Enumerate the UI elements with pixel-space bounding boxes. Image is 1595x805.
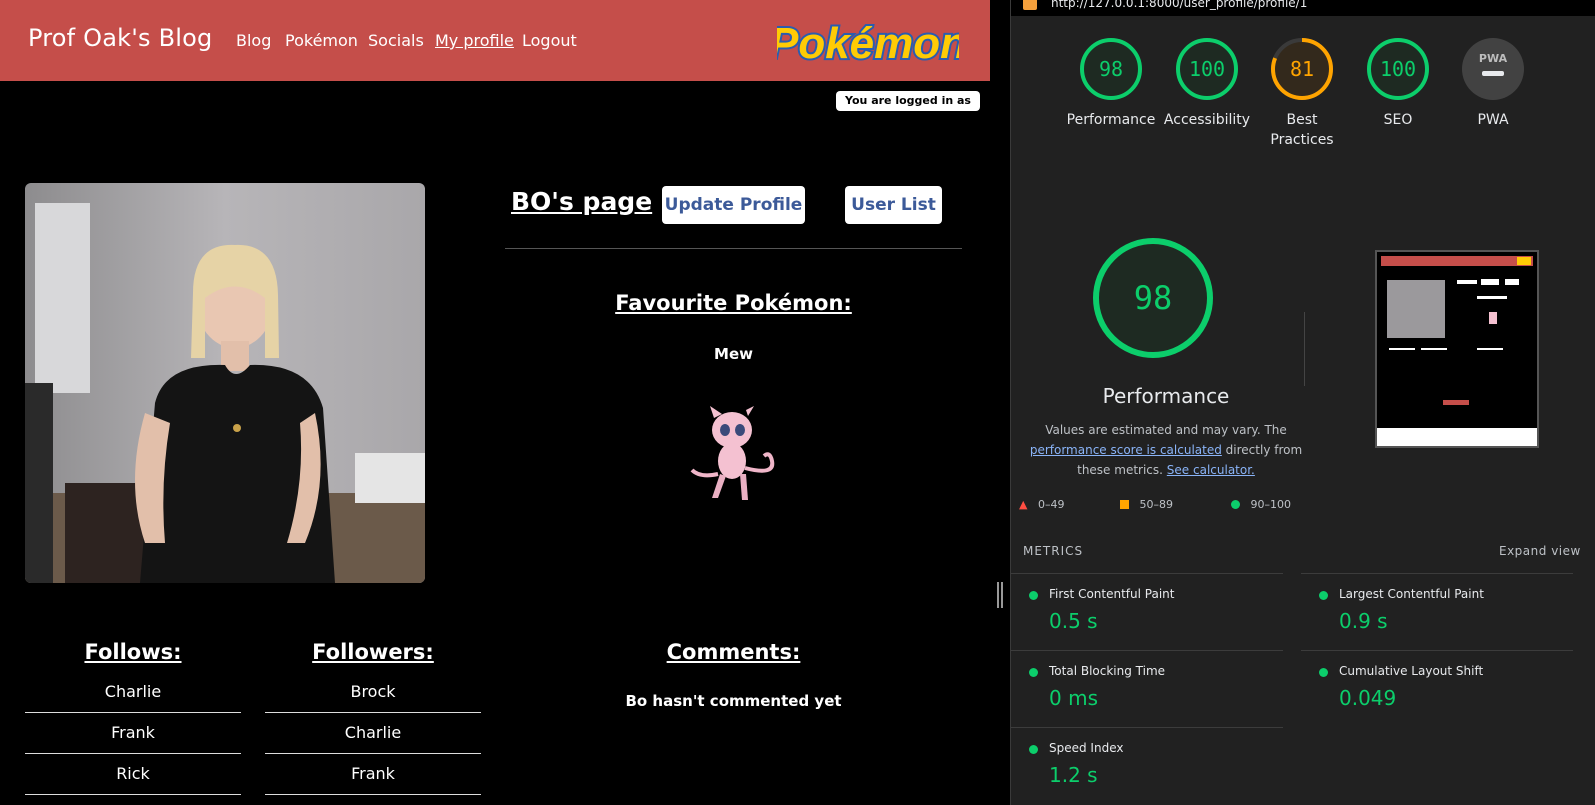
metric-first-contentful-paint: First Contentful Paint 0.5 s — [1011, 573, 1283, 650]
profile-photo — [25, 183, 425, 583]
svg-text:98: 98 — [1134, 279, 1173, 317]
performance-gauge: 98 — [1093, 238, 1213, 358]
description-text: Values are estimated and may vary. The — [1045, 423, 1287, 437]
gauge-accessibility[interactable]: 100 Accessibility — [1157, 36, 1257, 130]
metric-name: Speed Index — [1049, 741, 1124, 755]
legend-label: 50–89 — [1139, 498, 1174, 511]
no-comments-text: Bo hasn't commented yet — [625, 692, 842, 710]
svg-text:Pokémon: Pokémon — [777, 19, 959, 68]
followers-item[interactable]: Charlie — [265, 713, 481, 754]
nav-my-profile[interactable]: My profile — [435, 31, 514, 50]
metric-value: 0.5 s — [1049, 609, 1098, 633]
metric-largest-contentful-paint: Largest Contentful Paint 0.9 s — [1301, 573, 1573, 650]
metric-name: Total Blocking Time — [1049, 664, 1166, 678]
url-bar: http://127.0.0.1:8000/user_profile/profi… — [1011, 0, 1595, 16]
gauge-label: Accessibility — [1163, 112, 1251, 128]
favourite-pokemon-name: Mew — [714, 345, 753, 363]
logged-in-badge: You are logged in as Bo — [836, 91, 980, 127]
gauge-label: Best Practices — [1270, 112, 1334, 148]
nav-pokemon[interactable]: Pokémon — [285, 31, 358, 50]
vertical-separator — [1304, 312, 1305, 386]
metrics-title: METRICS — [1023, 544, 1084, 558]
score-calculated-link[interactable]: performance score is calculated — [1030, 443, 1222, 457]
expand-view-toggle[interactable]: Expand view — [1499, 544, 1581, 558]
gauge-seo[interactable]: 100 SEO — [1348, 36, 1448, 130]
followers-list: Brock Charlie Frank — [265, 672, 481, 795]
metric-value: 0 ms — [1049, 686, 1098, 710]
gauge-pwa[interactable]: PWA PWA — [1443, 36, 1543, 130]
gauge-best-practices[interactable]: 81 Best Practices — [1252, 36, 1352, 150]
orange-square-icon — [1120, 500, 1129, 509]
user-list-button[interactable]: User List — [845, 186, 942, 224]
follows-item[interactable]: Charlie — [25, 672, 241, 713]
pwa-badge-icon: PWA — [1462, 38, 1524, 100]
red-triangle-icon: ▲ — [1019, 498, 1028, 511]
pokemon-logo: Pokémon — [777, 17, 959, 70]
svg-text:98: 98 — [1099, 57, 1123, 81]
legend-average: 50–89 — [1120, 498, 1173, 511]
svg-text:100: 100 — [1189, 57, 1225, 81]
green-circle-icon — [1319, 591, 1328, 600]
mew-image — [690, 406, 775, 500]
gauge-ring: 98 — [1080, 38, 1142, 100]
report-url[interactable]: http://127.0.0.1:8000/user_profile/profi… — [1051, 0, 1307, 10]
gauge-label: SEO — [1383, 112, 1413, 128]
green-circle-icon — [1029, 591, 1038, 600]
blog-page: Prof Oak's Blog Blog Pokémon Socials My … — [0, 0, 990, 805]
metric-value: 0.9 s — [1339, 609, 1388, 633]
follows-list: Charlie Frank Rick — [25, 672, 241, 795]
follows-item[interactable]: Rick — [25, 754, 241, 795]
metric-name: First Contentful Paint — [1049, 587, 1175, 601]
page-title: BO's page — [511, 187, 653, 216]
follows-item[interactable]: Frank — [25, 713, 241, 754]
green-circle-icon — [1231, 500, 1240, 509]
see-calculator-link[interactable]: See calculator. — [1167, 463, 1255, 477]
metric-name: Largest Contentful Paint — [1339, 587, 1484, 601]
gauge-ring: 81 — [1271, 38, 1333, 100]
legend-label: 0–49 — [1037, 498, 1065, 511]
performance-title: Performance — [1102, 384, 1230, 408]
green-circle-icon — [1029, 668, 1038, 677]
svg-text:PWA: PWA — [1479, 52, 1508, 65]
nav-logout[interactable]: Logout — [522, 31, 577, 50]
lighthouse-panel: http://127.0.0.1:8000/user_profile/profi… — [1011, 0, 1595, 805]
legend-fail: ▲ 0–49 — [1019, 498, 1064, 511]
favourite-pokemon-heading: Favourite Pokémon: — [615, 291, 852, 315]
follows-heading: Follows: — [84, 640, 182, 664]
gauge-ring: 100 — [1176, 38, 1238, 100]
svg-text:100: 100 — [1380, 57, 1416, 81]
followers-heading: Followers: — [312, 640, 434, 664]
legend-label: 90–100 — [1250, 498, 1292, 511]
gauge-ring: 100 — [1367, 38, 1429, 100]
performance-description: Values are estimated and may vary. The p… — [1019, 420, 1313, 480]
navbar: Prof Oak's Blog Blog Pokémon Socials My … — [0, 0, 990, 81]
metric-speed-index: Speed Index 1.2 s — [1011, 727, 1283, 804]
metric-name: Cumulative Layout Shift — [1339, 664, 1484, 678]
followers-item[interactable]: Frank — [265, 754, 481, 795]
metric-total-blocking-time: Total Blocking Time 0 ms — [1011, 650, 1283, 727]
svg-text:81: 81 — [1290, 57, 1314, 81]
legend-pass: 90–100 — [1231, 498, 1291, 511]
update-profile-button[interactable]: Update Profile — [662, 186, 805, 224]
gauge-performance[interactable]: 98 Performance — [1061, 36, 1161, 130]
nav-socials[interactable]: Socials — [368, 31, 424, 50]
green-circle-icon — [1319, 668, 1328, 677]
gauge-label: Performance — [1066, 112, 1156, 128]
metric-value: 1.2 s — [1049, 763, 1098, 787]
panel-splitter[interactable] — [990, 0, 1010, 805]
followers-item[interactable]: Brock — [265, 672, 481, 713]
metric-value: 0.049 — [1339, 686, 1397, 710]
metric-cumulative-layout-shift: Cumulative Layout Shift 0.049 — [1301, 650, 1573, 727]
gauge-label: PWA — [1477, 112, 1509, 128]
splitter-grip-icon[interactable] — [997, 582, 1003, 608]
lighthouse-icon — [1023, 0, 1037, 10]
screenshot-thumbnail[interactable] — [1375, 250, 1539, 448]
brand-link[interactable]: Prof Oak's Blog — [28, 24, 212, 52]
divider — [505, 248, 962, 249]
comments-heading: Comments: — [666, 640, 801, 664]
nav-blog[interactable]: Blog — [236, 31, 271, 50]
green-circle-icon — [1029, 745, 1038, 754]
